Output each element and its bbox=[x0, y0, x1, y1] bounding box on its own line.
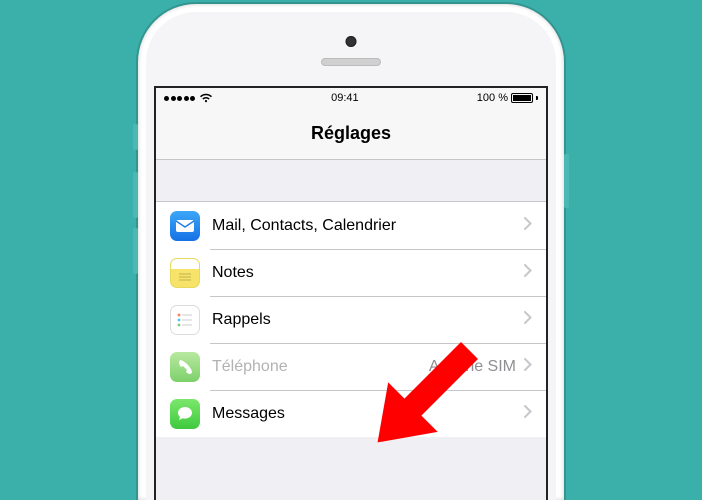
screen: 09:41 100 % Réglages bbox=[154, 86, 548, 500]
mail-icon bbox=[170, 211, 200, 241]
messages-icon bbox=[170, 399, 200, 429]
mute-switch bbox=[133, 124, 138, 150]
signal-dots-icon bbox=[164, 96, 195, 101]
status-bar: 09:41 100 % bbox=[156, 88, 546, 108]
settings-row-messages[interactable]: Messages bbox=[156, 390, 546, 437]
row-label: Téléphone bbox=[212, 358, 429, 376]
chevron-right-icon bbox=[524, 264, 532, 282]
chevron-right-icon bbox=[524, 217, 532, 235]
volume-up-button bbox=[133, 172, 138, 218]
volume-down-button bbox=[133, 228, 138, 274]
battery-percent: 100 % bbox=[477, 92, 508, 104]
iphone-frame: 09:41 100 % Réglages bbox=[138, 4, 564, 500]
row-label: Messages bbox=[212, 405, 524, 423]
phone-icon bbox=[170, 352, 200, 382]
chevron-right-icon bbox=[524, 405, 532, 423]
page-title: Réglages bbox=[311, 123, 391, 144]
row-detail: Aucune SIM bbox=[429, 358, 516, 376]
row-label: Notes bbox=[212, 264, 524, 282]
notes-icon bbox=[170, 258, 200, 288]
chevron-right-icon bbox=[524, 311, 532, 329]
earpiece-speaker bbox=[321, 58, 381, 66]
reminders-icon bbox=[170, 305, 200, 335]
battery-indicator: 100 % bbox=[477, 92, 538, 104]
settings-row-notes[interactable]: Notes bbox=[156, 249, 546, 296]
row-label: Mail, Contacts, Calendrier bbox=[212, 217, 524, 235]
power-button bbox=[564, 154, 569, 208]
row-label: Rappels bbox=[212, 311, 524, 329]
navbar: Réglages bbox=[156, 108, 546, 160]
settings-row-mail[interactable]: Mail, Contacts, Calendrier bbox=[156, 202, 546, 249]
section-gap bbox=[156, 160, 546, 202]
chevron-right-icon bbox=[524, 358, 532, 376]
status-time: 09:41 bbox=[331, 92, 359, 104]
front-camera bbox=[346, 36, 357, 47]
settings-row-reminders[interactable]: Rappels bbox=[156, 296, 546, 343]
settings-list: Mail, Contacts, Calendrier Notes bbox=[156, 160, 546, 500]
wifi-icon bbox=[199, 93, 213, 103]
settings-row-phone[interactable]: Téléphone Aucune SIM bbox=[156, 343, 546, 390]
